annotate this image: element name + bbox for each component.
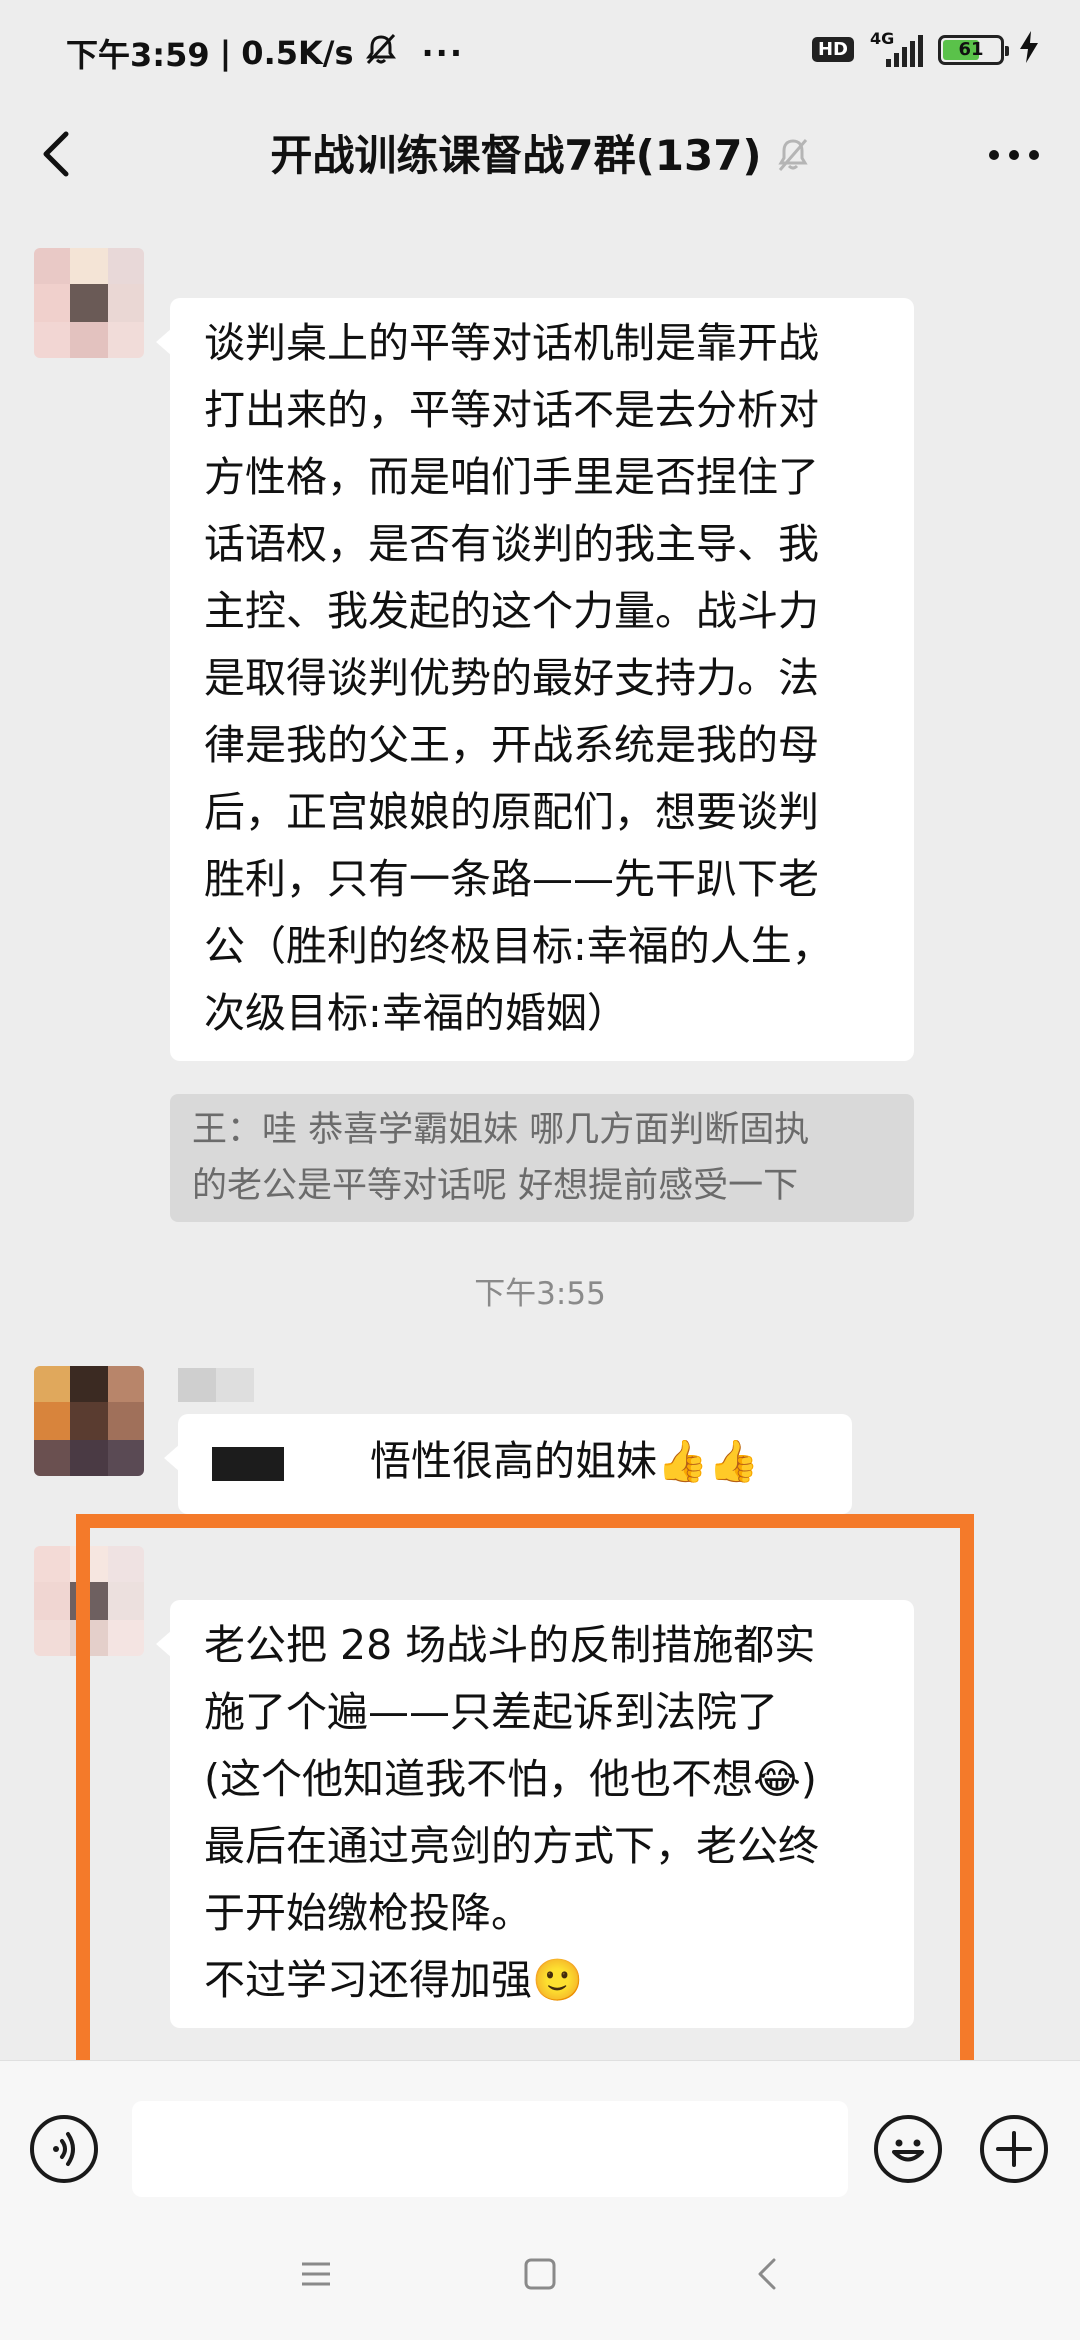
status-bar: 下午3:59 | 0.5K/s ··· HD 4G 61 [0, 0, 1080, 100]
battery-level: 61 [958, 38, 984, 60]
message-timestamp: 下午3:55 [474, 1276, 606, 1312]
input-bar [0, 2060, 1080, 2211]
system-nav-bar [0, 2210, 1080, 2340]
signal-icon: 4G [868, 29, 924, 67]
more-status-icon: ··· [421, 34, 464, 72]
status-separator: | [219, 34, 232, 72]
avatar[interactable] [34, 248, 144, 358]
plus-icon[interactable] [980, 2115, 1048, 2183]
message-line: 打出来的，平等对话不是去分析对 [204, 386, 819, 434]
back-nav-icon[interactable] [748, 2254, 788, 2294]
quote-line: 的老公是平等对话呢 好想提前感受一下 [192, 1166, 799, 1206]
emoji-icon[interactable] [874, 2115, 942, 2183]
chat-screen: 下午3:59 | 0.5K/s ··· HD 4G 61 开战训练课督战7群(1… [0, 0, 1080, 2340]
message-bubble[interactable]: 谈判桌上的平等对话机制是靠开战 打出来的，平等对话不是去分析对 方性格，而是咱们… [156, 298, 914, 1061]
message-line: 公（胜利的终极目标:幸福的人生， [204, 922, 833, 970]
network-speed: 0.5K/s [241, 34, 354, 72]
redacted-block [212, 1447, 284, 1481]
chat-header: 开战训练课督战7群(137) [0, 100, 1080, 210]
status-left: 下午3:59 | 0.5K/s ··· [66, 30, 464, 76]
hd-icon: HD [811, 37, 854, 62]
charging-icon [1018, 30, 1040, 69]
message-text: 悟性很高的姐妹 [370, 1437, 657, 1485]
quoted-reply[interactable]: 王：哇 恭喜学霸姐妹 哪几方面判断固执 的老公是平等对话呢 好想提前感受一下 [170, 1094, 914, 1222]
more-icon[interactable] [984, 130, 1044, 180]
menu-icon[interactable] [296, 2254, 336, 2294]
status-time: 下午3:59 [66, 36, 210, 74]
thumbs-up-emoji: 👍👍 [657, 1437, 760, 1485]
message-input[interactable] [132, 2101, 848, 2197]
message-line: 谈判桌上的平等对话机制是靠开战 [204, 319, 819, 367]
message-line: 方性格，而是咱们手里是否捏住了 [204, 453, 819, 501]
message-line: 后，正宫娘娘的原配们，想要谈判 [204, 788, 819, 836]
home-icon[interactable] [520, 2254, 560, 2294]
voice-icon[interactable] [30, 2115, 98, 2183]
quote-line: 王：哇 恭喜学霸姐妹 哪几方面判断固执 [192, 1110, 810, 1150]
message-line: 话语权，是否有谈判的我主导、我 [204, 520, 819, 568]
message-bubble[interactable]: 悟性很高的姐妹👍👍 [164, 1414, 852, 1514]
message-line: 胜利，只有一条路——先干趴下老 [204, 855, 819, 903]
message-line: 律是我的父王，开战系统是我的母 [204, 721, 819, 769]
message-line: 次级目标:幸福的婚姻） [204, 989, 628, 1037]
avatar[interactable] [34, 1366, 144, 1476]
highlight-box [76, 1514, 974, 2108]
chat-title-wrap: 开战训练课督战7群(137) [0, 122, 1080, 183]
sender-name-redacted [178, 1368, 254, 1402]
message-line: 主控、我发起的这个力量。战斗力 [204, 587, 819, 635]
battery-icon: 61 [938, 34, 1009, 65]
mute-icon [364, 33, 398, 73]
message-line: 是取得谈判优势的最好支持力。法 [204, 654, 819, 702]
mute-bell-icon [776, 134, 810, 183]
status-right: HD 4G 61 [811, 29, 1040, 69]
chat-title: 开战训练课督战7群(137) [270, 131, 762, 180]
